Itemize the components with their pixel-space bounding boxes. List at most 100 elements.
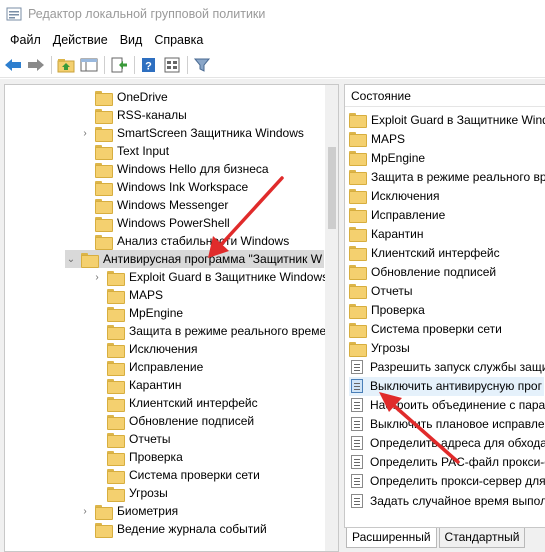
folder-icon (349, 341, 367, 357)
list-item-label: Разрешить запуск службы защи (370, 360, 545, 375)
tree-item[interactable]: MpEngine (91, 304, 185, 322)
folder-icon (349, 246, 367, 262)
list-item-label: Определить прокси-сервер для (370, 474, 545, 489)
policy-setting-icon (351, 474, 363, 489)
tree-item[interactable]: › Биометрия (79, 502, 180, 520)
menu-help[interactable]: Справка (148, 33, 209, 47)
category-item[interactable]: MpEngine (349, 148, 427, 167)
category-item[interactable]: Защита в режиме реального вре (349, 167, 545, 186)
policy-setting-item[interactable]: Определить PAC-файл прокси-се (349, 453, 545, 472)
policy-setting-item[interactable]: Выключить плановое исправлен (349, 415, 545, 434)
toolbar-separator (187, 55, 188, 74)
tree-item[interactable]: OneDrive (79, 88, 170, 106)
policy-setting-item[interactable]: Выключить антивирусную прог (349, 376, 544, 396)
up-folder-icon[interactable] (55, 54, 77, 76)
expand-chevron-icon (79, 160, 91, 178)
tree-item[interactable]: Проверка (91, 448, 185, 466)
tree-item[interactable]: Ведение журнала событий (79, 520, 269, 538)
folder-icon (95, 198, 113, 214)
expand-chevron-icon (79, 214, 91, 232)
folder-icon (107, 414, 125, 430)
category-item[interactable]: Исправление (349, 205, 447, 224)
folder-icon (107, 396, 125, 412)
tree-item[interactable]: Windows Hello для бизнеса (79, 160, 271, 178)
properties-icon[interactable] (161, 54, 183, 76)
tree-item[interactable]: Клиентский интерфейс (91, 394, 260, 412)
category-item[interactable]: Проверка (349, 301, 427, 320)
collapse-chevron-icon[interactable]: ⌄ (65, 250, 77, 268)
folder-icon (349, 132, 367, 148)
menu-view[interactable]: Вид (114, 33, 149, 47)
tree-scrollbar[interactable] (325, 85, 338, 551)
policy-setting-item[interactable]: Настроить объединение с парам (349, 396, 545, 415)
tree-item[interactable]: › Exploit Guard в Защитнике Windows (91, 268, 330, 286)
column-header-state[interactable]: Состояние (345, 85, 545, 107)
svg-text:?: ? (145, 60, 152, 72)
tree-item[interactable]: Защита в режиме реального времен (91, 322, 335, 340)
category-item[interactable]: Угрозы (349, 339, 412, 358)
category-item[interactable]: Исключения (349, 186, 442, 205)
policy-setting-icon (351, 379, 363, 394)
menu-file[interactable]: Файл (4, 33, 47, 47)
tree-item[interactable]: Исправление (91, 358, 205, 376)
category-item[interactable]: Карантин (349, 224, 425, 243)
menu-action[interactable]: Действие (47, 33, 114, 47)
back-icon[interactable] (2, 54, 24, 76)
folder-icon (95, 90, 113, 106)
show-tree-icon[interactable] (78, 54, 100, 76)
policy-setting-item[interactable]: Разрешить запуск службы защи (349, 358, 545, 377)
toolbar: ? (0, 52, 545, 78)
list-item-label: Исключения (371, 188, 440, 203)
tree-item[interactable]: Windows Ink Workspace (79, 178, 250, 196)
tree-item[interactable]: Обновление подписей (91, 412, 256, 430)
tree-item[interactable]: Система проверки сети (91, 466, 262, 484)
expand-chevron-icon (91, 376, 103, 394)
tree-item[interactable]: › SmartScreen Защитника Windows (79, 124, 306, 142)
tree-item[interactable]: MAPS (91, 286, 165, 304)
category-item[interactable]: Система проверки сети (349, 320, 504, 339)
folder-icon (95, 522, 113, 538)
expand-chevron-icon[interactable]: › (79, 502, 91, 520)
folder-icon (95, 126, 113, 142)
policy-setting-icon (351, 493, 363, 508)
policy-setting-item[interactable]: Задать случайное время выпол (349, 491, 545, 510)
tree-item-label: Проверка (129, 450, 183, 464)
tree-item[interactable]: Windows PowerShell (79, 214, 232, 232)
tree-item[interactable]: Windows Messenger (79, 196, 230, 214)
tree-item-label: MpEngine (129, 306, 184, 320)
tab-standard[interactable]: Стандартный (438, 528, 526, 548)
tree-scrollbar-thumb[interactable] (328, 147, 336, 229)
tree-item[interactable]: Отчеты (91, 430, 172, 448)
tree-item[interactable]: Анализ стабильности Windows (79, 232, 291, 250)
expand-chevron-icon[interactable]: › (91, 268, 103, 286)
tree-item[interactable]: Text Input (79, 142, 171, 160)
category-item[interactable]: Клиентский интерфейс (349, 243, 502, 262)
category-item[interactable]: Exploit Guard в Защитнике Windo (349, 110, 545, 129)
folder-icon (107, 342, 125, 358)
policy-setting-icon (351, 417, 363, 432)
expand-chevron-icon[interactable]: › (79, 124, 91, 142)
list-item-label: Система проверки сети (371, 322, 502, 337)
help-icon[interactable]: ? (138, 54, 160, 76)
gpedit-app-icon (6, 6, 22, 22)
tree-item[interactable]: RSS-каналы (79, 106, 189, 124)
tab-extended[interactable]: Расширенный (346, 528, 437, 548)
category-item[interactable]: Обновление подписей (349, 262, 498, 281)
category-item[interactable]: Отчеты (349, 281, 414, 300)
tree-item[interactable]: ⌄ Антивирусная программа "Защитник W (65, 250, 325, 268)
export-icon[interactable] (108, 54, 130, 76)
category-item[interactable]: MAPS (349, 129, 407, 148)
tree-item-label: Угрозы (129, 486, 168, 500)
folder-icon (107, 360, 125, 376)
tree-item[interactable]: Карантин (91, 376, 183, 394)
tree-item[interactable]: Исключения (91, 340, 200, 358)
tree-item[interactable]: Угрозы (91, 484, 170, 502)
expand-chevron-icon (91, 358, 103, 376)
forward-icon[interactable] (25, 54, 47, 76)
policy-setting-item[interactable]: Определить адреса для обхода п (349, 434, 545, 453)
tree-item-label: Windows Ink Workspace (117, 180, 249, 194)
policy-setting-item[interactable]: Определить прокси-сервер для (349, 472, 545, 491)
toolbar-separator (134, 55, 135, 74)
folder-icon (95, 216, 113, 232)
filter-icon[interactable] (191, 54, 213, 76)
